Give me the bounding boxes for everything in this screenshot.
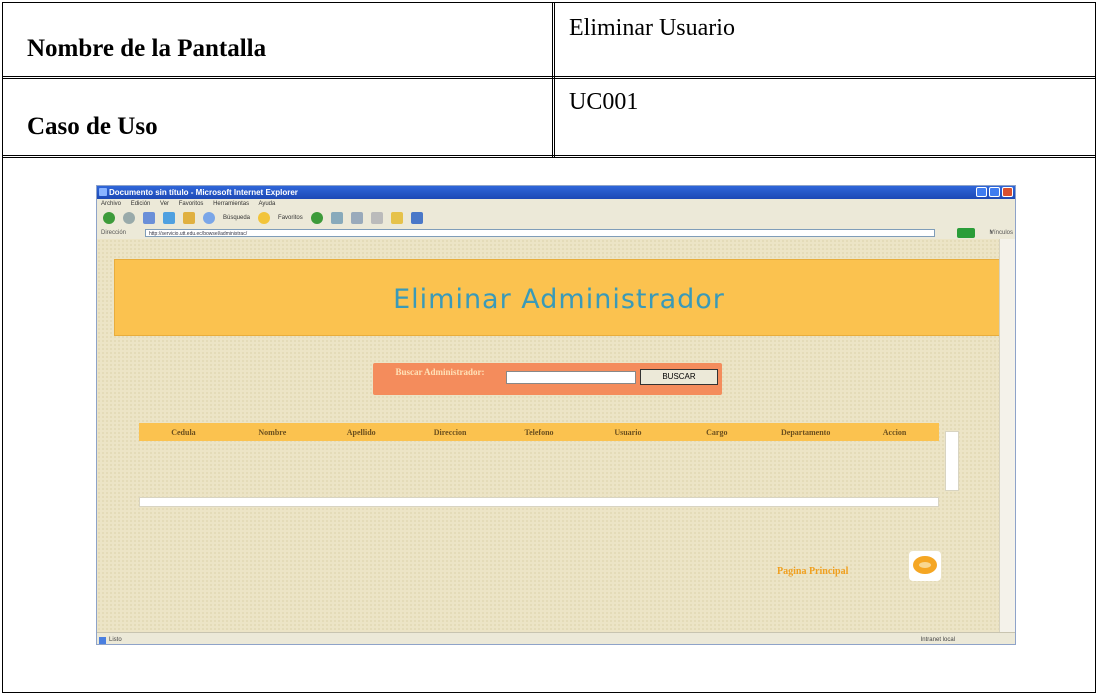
results-vertical-scrollbar[interactable] <box>945 431 959 491</box>
row-value-use-case: UC001 <box>569 89 639 115</box>
go-button[interactable] <box>957 228 975 238</box>
minimize-icon[interactable] <box>976 187 987 197</box>
window-titlebar: Documento sin título - Microsoft Interne… <box>97 186 1015 199</box>
menu-ver[interactable]: Ver <box>160 201 169 207</box>
row-label-screen-name: Nombre de la Pantalla <box>27 35 267 62</box>
security-zone: Intranet local <box>920 637 955 643</box>
status-bar: Listo Intranet local <box>97 632 1015 644</box>
column-header[interactable]: Cedula <box>139 428 228 437</box>
toolbar-search-label[interactable]: Búsqueda <box>223 215 250 221</box>
menu-favoritos[interactable]: Favoritos <box>179 201 204 207</box>
toolbar-favorites-label[interactable]: Favoritos <box>278 215 303 221</box>
links-label[interactable]: Vínculos <box>990 227 1013 239</box>
back-icon[interactable] <box>103 212 115 224</box>
window-title: Documento sin título - Microsoft Interne… <box>109 188 298 197</box>
history-icon[interactable] <box>330 212 343 224</box>
status-text: Listo <box>109 637 122 643</box>
folder-icon[interactable] <box>390 212 403 224</box>
address-bar: Dirección http://servicio.utt.edu.ec/bow… <box>97 227 1015 239</box>
address-input[interactable]: http://servicio.utt.edu.ec/bowsel/admini… <box>145 229 935 237</box>
table-divider-row2 <box>2 155 1096 158</box>
maximize-icon[interactable] <box>989 187 1000 197</box>
row-label-use-case: Caso de Uso <box>27 113 158 140</box>
menu-edicion[interactable]: Edición <box>131 201 151 207</box>
browser-window-screenshot: Documento sin título - Microsoft Interne… <box>96 185 1016 645</box>
column-header[interactable]: Departamento <box>761 428 850 437</box>
stop-icon[interactable] <box>143 212 155 224</box>
page-vertical-scrollbar[interactable] <box>999 239 1015 632</box>
refresh-icon[interactable] <box>163 212 175 224</box>
messenger-icon[interactable] <box>410 212 423 224</box>
column-header[interactable]: Telefono <box>495 428 584 437</box>
column-header[interactable]: Usuario <box>583 428 672 437</box>
row-value-screen-name: Eliminar Usuario <box>569 15 735 41</box>
column-header[interactable]: Apellido <box>317 428 406 437</box>
favorites-icon[interactable] <box>258 212 271 224</box>
ie-icon <box>99 188 107 196</box>
menu-ayuda[interactable]: Ayuda <box>258 201 275 207</box>
search-label: Buscar Administrador: <box>395 367 485 377</box>
media-icon[interactable] <box>310 212 323 224</box>
window-controls <box>976 187 1013 197</box>
results-horizontal-scrollbar[interactable] <box>139 497 939 507</box>
search-icon[interactable] <box>203 212 215 224</box>
home-ring-shape <box>913 556 937 574</box>
forward-icon[interactable] <box>123 212 135 224</box>
page-title: Eliminar Administrador <box>393 284 725 315</box>
page-banner: Eliminar Administrador <box>114 259 1004 336</box>
mail-icon[interactable] <box>350 212 363 224</box>
menu-bar: Archivo Edición Ver Favoritos Herramient… <box>97 199 1015 209</box>
main-page-link[interactable]: Pagina Principal <box>777 566 848 577</box>
search-panel: Buscar Administrador: BUSCAR <box>373 363 722 395</box>
home-ring-icon[interactable] <box>909 551 941 581</box>
search-input[interactable] <box>506 371 636 384</box>
search-button[interactable]: BUSCAR <box>640 369 718 385</box>
home-page-icon[interactable] <box>183 212 195 224</box>
page-status-icon <box>99 637 106 644</box>
results-table-header: Cedula Nombre Apellido Direccion Telefon… <box>139 423 939 441</box>
close-icon[interactable] <box>1002 187 1013 197</box>
browser-toolbar: Búsqueda Favoritos <box>97 209 1015 228</box>
column-header[interactable]: Direccion <box>406 428 495 437</box>
table-divider-column <box>552 2 555 158</box>
address-label: Dirección <box>101 230 127 236</box>
column-header[interactable]: Nombre <box>228 428 317 437</box>
table-divider-row1 <box>2 76 1096 79</box>
menu-herramientas[interactable]: Herramientas <box>213 201 249 207</box>
print-icon[interactable] <box>370 212 383 224</box>
column-header[interactable]: Accion <box>850 428 939 437</box>
page-content: Eliminar Administrador Buscar Administra… <box>97 239 1004 632</box>
column-header[interactable]: Cargo <box>672 428 761 437</box>
menu-archivo[interactable]: Archivo <box>101 201 121 207</box>
